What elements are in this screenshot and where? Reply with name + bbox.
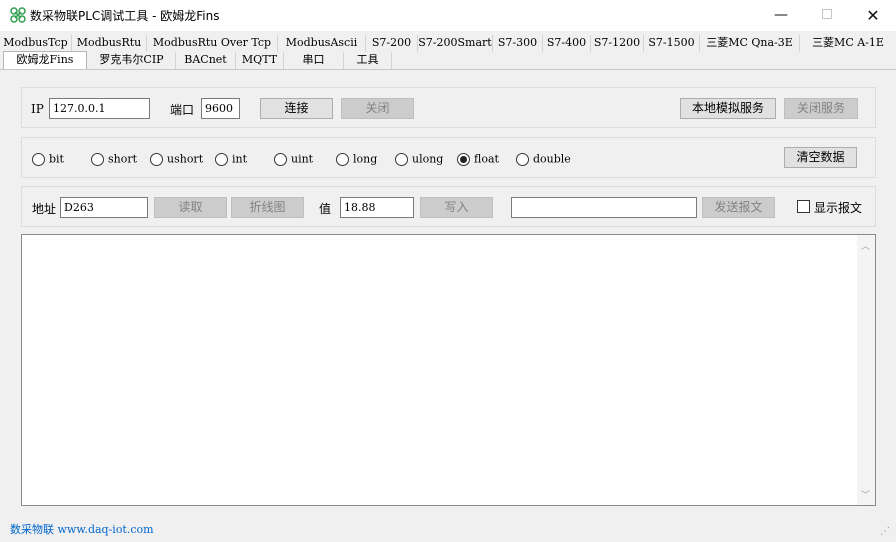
resize-grip-icon[interactable]: ⋰	[880, 526, 890, 537]
tab-bacnet[interactable]: BACnet	[176, 52, 236, 69]
tab-omron-fins[interactable]: 欧姆龙Fins	[3, 51, 87, 70]
scroll-up-icon[interactable]: ︿	[861, 239, 870, 252]
ip-label: IP	[31, 102, 44, 116]
radio-bit-label: bit	[49, 152, 64, 166]
radio-float-indicator	[457, 152, 470, 166]
radio-long-indicator	[336, 152, 349, 166]
port-label: 端口	[170, 103, 195, 117]
tab-modbusrtu[interactable]: ModbusRtu	[72, 35, 147, 52]
disconnect-button[interactable]: 关闭	[341, 98, 414, 119]
value-input[interactable]: 18.88	[340, 197, 414, 218]
radio-float[interactable]: float	[457, 152, 499, 168]
tab-rockwell-cip[interactable]: 罗克韦尔CIP	[88, 52, 176, 69]
port-input[interactable]: 9600	[201, 98, 240, 119]
tab-modbusascii[interactable]: ModbusAscii	[278, 35, 366, 52]
send-message-button[interactable]: 发送报文	[702, 197, 775, 218]
tab-modbusrtu-over-tcp[interactable]: ModbusRtu Over Tcp	[147, 35, 278, 52]
minimize-button[interactable]: —	[758, 0, 804, 31]
tab-s7-300[interactable]: S7-300	[493, 35, 543, 52]
radio-short-indicator	[91, 152, 104, 166]
tab-mqtt[interactable]: MQTT	[236, 52, 284, 69]
radio-bit-indicator	[32, 152, 45, 166]
log-scrollbar[interactable]: ︿ ﹀	[857, 235, 875, 505]
local-simulation-button[interactable]: 本地模拟服务	[680, 98, 776, 119]
value-label: 值	[319, 202, 332, 216]
connect-button[interactable]: 连接	[260, 98, 333, 119]
tab-modbustcp[interactable]: ModbusTcp	[0, 35, 72, 52]
clear-data-button[interactable]: 清空数据	[784, 147, 857, 168]
radio-ulong-label: ulong	[412, 152, 444, 166]
radio-long-label: long	[353, 152, 378, 166]
tab-divider	[0, 69, 896, 70]
radio-ulong-indicator	[395, 152, 408, 166]
radio-int[interactable]: int	[215, 152, 247, 168]
app-logo-icon	[10, 7, 26, 23]
window-title: 数采物联PLC调试工具 - 欧姆龙Fins	[30, 9, 220, 23]
tab-mitsubishi-qna-3e[interactable]: 三菱MC Qna-3E	[700, 35, 800, 52]
company-name: 数采物联	[10, 523, 54, 536]
radio-double-indicator	[516, 152, 529, 166]
tab-mitsubishi-a-1e[interactable]: 三菱MC A-1E	[800, 35, 896, 52]
tab-s7-1500[interactable]: S7-1500	[644, 35, 700, 52]
address-input[interactable]: D263	[60, 197, 148, 218]
radio-double[interactable]: double	[516, 152, 571, 168]
message-input[interactable]	[511, 197, 697, 218]
tab-serial[interactable]: 串口	[284, 52, 344, 69]
tab-s7-200[interactable]: S7-200	[366, 35, 418, 52]
radio-uint[interactable]: uint	[274, 152, 313, 168]
tab-s7-1200[interactable]: S7-1200	[591, 35, 644, 52]
tab-s7-400[interactable]: S7-400	[543, 35, 591, 52]
close-button[interactable]: ✕	[850, 0, 896, 31]
radio-uint-indicator	[274, 152, 287, 166]
read-button[interactable]: 读取	[154, 197, 227, 218]
radio-ushort-indicator	[150, 152, 163, 166]
show-message-checkbox[interactable]	[797, 200, 810, 213]
radio-ulong[interactable]: ulong	[395, 152, 443, 168]
scroll-down-icon[interactable]: ﹀	[861, 488, 870, 501]
radio-double-label: double	[533, 152, 571, 166]
radio-long[interactable]: long	[336, 152, 377, 168]
radio-int-label: int	[232, 152, 248, 166]
maximize-button[interactable]	[804, 0, 850, 31]
maximize-icon	[822, 8, 832, 19]
radio-short-label: short	[108, 152, 138, 166]
radio-bit[interactable]: bit	[32, 152, 64, 168]
line-chart-button[interactable]: 折线图	[231, 197, 304, 218]
website-url[interactable]: www.daq-iot.com	[58, 523, 154, 536]
address-label: 地址	[32, 202, 57, 216]
write-button[interactable]: 写入	[420, 197, 493, 218]
radio-ushort[interactable]: ushort	[150, 152, 203, 168]
tab-tools[interactable]: 工具	[344, 52, 392, 69]
show-message-label: 显示报文	[814, 201, 863, 215]
ip-input[interactable]: 127.0.0.1	[49, 98, 150, 119]
radio-ushort-label: ushort	[167, 152, 204, 166]
stop-service-button[interactable]: 关闭服务	[784, 98, 858, 119]
radio-uint-label: uint	[291, 152, 314, 166]
status-link[interactable]: 数采物联 www.daq-iot.com	[10, 521, 154, 537]
radio-int-indicator	[215, 152, 228, 166]
radio-float-label: float	[474, 152, 499, 166]
log-textarea[interactable]	[21, 234, 876, 506]
tab-s7-200smart[interactable]: S7-200Smart	[418, 35, 493, 52]
radio-short[interactable]: short	[91, 152, 137, 168]
